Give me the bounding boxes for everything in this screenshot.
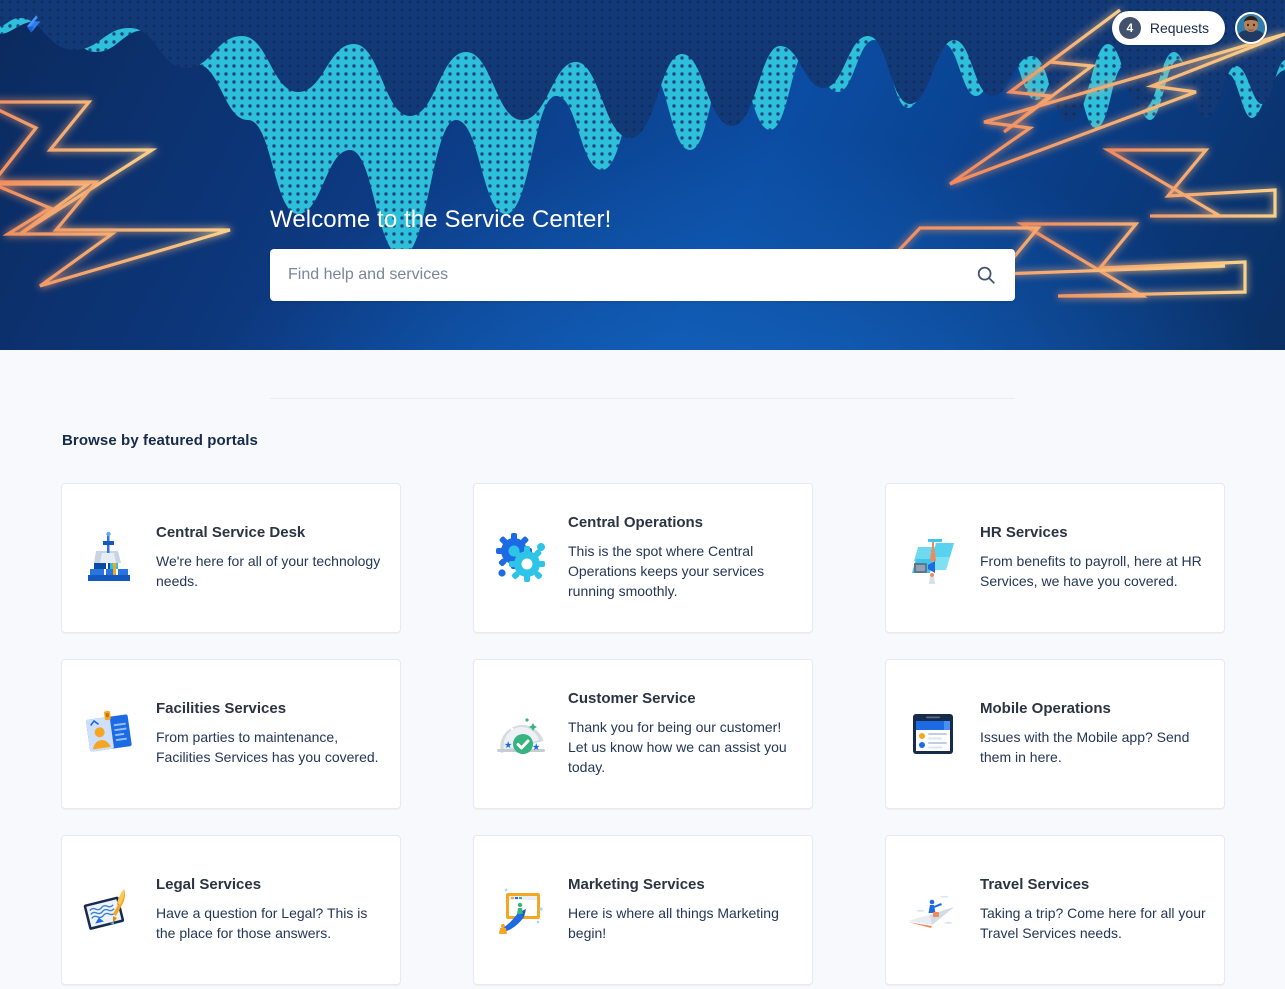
lightning-bolt-left xyxy=(0,100,231,288)
portal-card-title: Central Operations xyxy=(568,514,704,532)
facilities-badge-icon xyxy=(78,703,140,765)
portal-card-body: Customer Service Thank you for being our… xyxy=(568,690,794,777)
portal-card-body: Marketing Services Here is where all thi… xyxy=(568,876,794,943)
hero-content: Welcome to the Service Center! xyxy=(270,206,1015,301)
portal-card-title: HR Services xyxy=(980,524,1068,542)
legal-tablet-pen-icon xyxy=(78,879,140,941)
portal-card-title: Central Service Desk xyxy=(156,524,306,542)
portal-card-body: Legal Services Have a question for Legal… xyxy=(156,876,382,943)
portal-card[interactable]: Central Operations This is the spot wher… xyxy=(473,483,813,633)
portal-card-body: HR Services From benefits to payroll, he… xyxy=(980,524,1206,591)
requests-label: Requests xyxy=(1149,20,1209,36)
hr-people-icon xyxy=(902,527,964,589)
portal-card-title: Facilities Services xyxy=(156,700,287,718)
portal-card-title: Travel Services xyxy=(980,876,1090,894)
portal-card-title: Legal Services xyxy=(156,876,262,894)
portal-card-body: Travel Services Taking a trip? Come here… xyxy=(980,876,1206,943)
portal-card-body: Central Operations This is the spot wher… xyxy=(568,514,794,601)
hero-banner: 4 Requests Welcome to the Service Center… xyxy=(0,0,1285,350)
portal-card-description: From benefits to payroll, here at HR Ser… xyxy=(980,553,1202,590)
requests-button[interactable]: 4 Requests xyxy=(1111,11,1225,45)
section-divider xyxy=(270,398,1015,399)
portal-card-body: Facilities Services From parties to main… xyxy=(156,700,382,767)
portal-card[interactable]: Legal Services Have a question for Legal… xyxy=(61,835,401,985)
portal-card[interactable]: Facilities Services From parties to main… xyxy=(61,659,401,809)
portal-card-title: Customer Service xyxy=(568,690,696,708)
avatar[interactable] xyxy=(1235,12,1267,44)
section-title: Browse by featured portals xyxy=(62,432,258,449)
page-title: Welcome to the Service Center! xyxy=(270,206,612,233)
jira-lightning-logo-icon[interactable] xyxy=(18,14,48,42)
gears-icon xyxy=(490,527,552,589)
portal-card-description: Issues with the Mobile app? Send them in… xyxy=(980,729,1190,766)
portal-card[interactable]: Travel Services Taking a trip? Come here… xyxy=(885,835,1225,985)
portal-card-description: Here is where all things Marketing begin… xyxy=(568,905,779,942)
travel-paper-plane-icon xyxy=(902,879,964,941)
portal-card-description: We're here for all of your technology ne… xyxy=(156,553,381,590)
portal-card-description: From parties to maintenance, Facilities … xyxy=(156,729,379,766)
mobile-device-icon xyxy=(902,703,964,765)
search-bar[interactable] xyxy=(270,248,1015,301)
portal-card[interactable]: Customer Service Thank you for being our… xyxy=(473,659,813,809)
portal-card[interactable]: Marketing Services Here is where all thi… xyxy=(473,835,813,985)
portal-card[interactable]: HR Services From benefits to payroll, he… xyxy=(885,483,1225,633)
portal-card-body: Central Service Desk We're here for all … xyxy=(156,524,382,591)
requests-count-badge: 4 xyxy=(1118,17,1141,39)
portal-card-grid: Central Service Desk We're here for all … xyxy=(61,483,1225,985)
marketing-board-icon xyxy=(490,879,552,941)
portal-card-description: Taking a trip? Come here for all your Tr… xyxy=(980,905,1206,942)
portal-card[interactable]: Central Service Desk We're here for all … xyxy=(61,483,401,633)
portal-card-description: Thank you for being our customer! Let us… xyxy=(568,719,787,776)
portal-card-title: Marketing Services xyxy=(568,876,705,894)
service-cloche-check-icon xyxy=(490,703,552,765)
main-content: Browse by featured portals Central Servi… xyxy=(0,350,1285,989)
portal-card-title: Mobile Operations xyxy=(980,700,1111,718)
portal-card-description: Have a question for Legal? This is the p… xyxy=(156,905,368,942)
search-icon[interactable] xyxy=(975,264,997,286)
portal-card[interactable]: Mobile Operations Issues with the Mobile… xyxy=(885,659,1225,809)
service-desk-icon xyxy=(78,527,140,589)
portal-card-description: This is the spot where Central Operation… xyxy=(568,543,765,600)
top-navigation: 4 Requests xyxy=(0,0,1285,56)
search-input[interactable] xyxy=(270,248,1015,301)
portal-card-body: Mobile Operations Issues with the Mobile… xyxy=(980,700,1206,767)
nav-right-group: 4 Requests xyxy=(1111,11,1269,45)
